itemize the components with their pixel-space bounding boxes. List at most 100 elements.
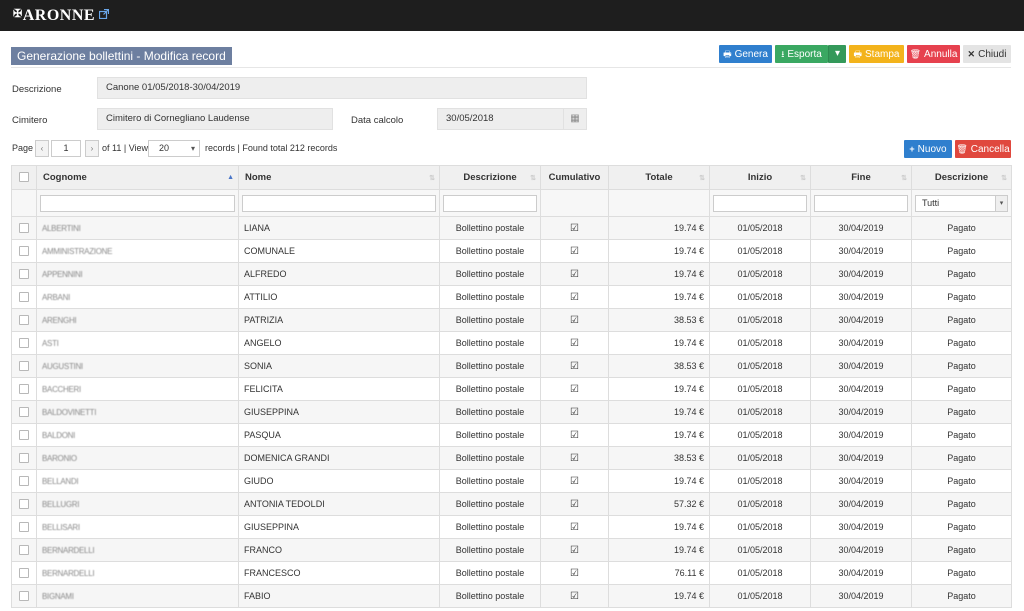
select-all-cell[interactable]: [11, 165, 37, 190]
table-row[interactable]: ARENGHI PATRIZIA Bollettino postale ☑ 38.53 …: [11, 308, 1012, 332]
cell-fine: 30/04/2019: [810, 216, 912, 240]
table-row[interactable]: BELLUGRI ANTONIA TEDOLDI Bollettino postal…: [11, 492, 1012, 516]
row-checkbox[interactable]: [19, 223, 29, 234]
print-icon: 🖶: [723, 49, 732, 59]
row-select-cell[interactable]: [11, 446, 37, 470]
filter-stato-select[interactable]: Tutti ▾: [915, 194, 1008, 212]
row-select-cell[interactable]: [11, 239, 37, 263]
table-row[interactable]: AUGUSTINI SONIA Bollettino postale ☑ 38.53 €…: [11, 354, 1012, 378]
table-row[interactable]: APPENNINI ALFREDO Bollettino postale ☑ 19.74…: [11, 262, 1012, 286]
checked-box-icon: ☑: [570, 383, 579, 395]
filter-fine-input[interactable]: [814, 194, 908, 212]
col-header-totale[interactable]: Totale ⇅: [608, 165, 710, 190]
col-header-cumulativo[interactable]: Cumulativo: [540, 165, 609, 190]
row-checkbox[interactable]: [19, 292, 29, 303]
row-select-cell[interactable]: [11, 423, 37, 447]
app-logo[interactable]: ✠ARONNE: [13, 7, 95, 25]
row-checkbox[interactable]: [19, 476, 29, 487]
cell-cognome: ARBANI: [36, 285, 239, 309]
pager-prev-button[interactable]: ‹: [35, 140, 49, 157]
row-select-cell[interactable]: [11, 331, 37, 355]
table-row[interactable]: ASTI ANGELO Bollettino postale ☑ 19.74 €01/0…: [11, 331, 1012, 355]
cell-totale: 38.53 €: [608, 446, 710, 470]
col-header-descrizione[interactable]: Descrizione ⇅: [439, 165, 541, 190]
sort-icon: ⇅: [530, 175, 536, 182]
cell-cognome: ASTI: [36, 331, 239, 355]
row-select-cell[interactable]: [11, 515, 37, 539]
table-row[interactable]: BARONIO DOMENICA GRANDI Bollettino postale…: [11, 446, 1012, 470]
row-checkbox[interactable]: [19, 545, 29, 556]
calendar-icon[interactable]: ▦: [564, 108, 587, 130]
row-checkbox[interactable]: [19, 361, 29, 372]
checked-box-icon: ☑: [570, 544, 579, 556]
genera-button[interactable]: 🖶 Genera: [719, 45, 772, 63]
row-select-cell[interactable]: [11, 354, 37, 378]
esporta-dropdown-toggle[interactable]: ▾: [828, 45, 846, 63]
filter-descrizione-input[interactable]: [443, 194, 537, 212]
col-header-cognome[interactable]: Cognome ▲: [36, 165, 239, 190]
table-row[interactable]: ARBANI ATTILIO Bollettino postale ☑ 19.74 €0…: [11, 285, 1012, 309]
col-header-inizio[interactable]: Inizio ⇅: [709, 165, 811, 190]
row-select-cell[interactable]: [11, 469, 37, 493]
row-select-cell[interactable]: [11, 285, 37, 309]
table-row[interactable]: BERNARDELLI FRANCESCO Bollettino postale ☑ 7…: [11, 561, 1012, 585]
annulla-button[interactable]: 🗑 Annulla: [907, 45, 960, 63]
row-checkbox[interactable]: [19, 591, 29, 602]
table-row[interactable]: BELLISARI GIUSEPPINA Bollettino postale ☑ 19…: [11, 515, 1012, 539]
row-checkbox[interactable]: [19, 246, 29, 257]
select-all-checkbox[interactable]: [19, 172, 29, 183]
cell-stato: Pagato: [911, 446, 1012, 470]
row-checkbox[interactable]: [19, 338, 29, 349]
row-select-cell[interactable]: [11, 377, 37, 401]
col-header-stato[interactable]: Descrizione ⇅: [911, 165, 1012, 190]
table-row[interactable]: ALBERTINI LIANA Bollettino postale ☑ 19.74 €…: [11, 216, 1012, 240]
row-checkbox[interactable]: [19, 384, 29, 395]
row-checkbox[interactable]: [19, 315, 29, 326]
data-calcolo-field[interactable]: 30/05/2018: [437, 108, 564, 130]
row-checkbox[interactable]: [19, 499, 29, 510]
row-select-cell[interactable]: [11, 584, 37, 608]
cancella-button[interactable]: 🗑 Cancella: [955, 140, 1011, 158]
row-select-cell[interactable]: [11, 216, 37, 240]
row-select-cell[interactable]: [11, 492, 37, 516]
row-checkbox[interactable]: [19, 407, 29, 418]
external-link-icon[interactable]: [99, 9, 109, 19]
table-row[interactable]: BALDONI PASQUA Bollettino postale ☑ 19.74 €0…: [11, 423, 1012, 447]
table-row[interactable]: BALDOVINETTI GIUSEPPINA Bollettino postale…: [11, 400, 1012, 424]
pager-size-select[interactable]: 20 ▾: [148, 140, 200, 157]
table-row[interactable]: BELLANDI GIUDO Bollettino postale ☑ 19.74 €0…: [11, 469, 1012, 493]
nuovo-button[interactable]: + Nuovo: [904, 140, 952, 158]
col-header-fine[interactable]: Fine ⇅: [810, 165, 912, 190]
filter-inizio-input[interactable]: [713, 194, 807, 212]
cell-totale: 19.74 €: [608, 469, 710, 493]
table-row[interactable]: BACCHERI FELICITA Bollettino postale ☑ 19.74…: [11, 377, 1012, 401]
row-checkbox[interactable]: [19, 568, 29, 579]
cell-inizio: 01/05/2018: [709, 354, 811, 378]
row-checkbox[interactable]: [19, 430, 29, 441]
row-checkbox[interactable]: [19, 453, 29, 464]
table-row[interactable]: BIGNAMI FABIO Bollettino postale ☑ 19.74 €01…: [11, 584, 1012, 608]
filter-nome-input[interactable]: [242, 194, 436, 212]
row-select-cell[interactable]: [11, 538, 37, 562]
col-header-nome[interactable]: Nome ⇅: [238, 165, 440, 190]
cimitero-field[interactable]: Cimitero di Cornegliano Laudense: [97, 108, 333, 130]
row-checkbox[interactable]: [19, 269, 29, 280]
table-row[interactable]: AMMINISTRAZIONE COMUNALE Bollettino postal…: [11, 239, 1012, 263]
row-select-cell[interactable]: [11, 308, 37, 332]
cell-stato: Pagato: [911, 377, 1012, 401]
table-row[interactable]: BERNARDELLI FRANCO Bollettino postale ☑ 19.7…: [11, 538, 1012, 562]
row-select-cell[interactable]: [11, 262, 37, 286]
row-checkbox[interactable]: [19, 522, 29, 533]
table-body: ALBERTINI LIANA Bollettino postale ☑ 19.74 €…: [11, 216, 1012, 608]
row-select-cell[interactable]: [11, 561, 37, 585]
descrizione-field[interactable]: Canone 01/05/2018-30/04/2019: [97, 77, 587, 99]
stampa-button[interactable]: 🖶 Stampa: [849, 45, 904, 63]
row-select-cell[interactable]: [11, 400, 37, 424]
pager-next-button[interactable]: ›: [85, 140, 99, 157]
cell-nome: PASQUA: [238, 423, 440, 447]
esporta-button[interactable]: ⭳ Esporta: [775, 45, 828, 63]
chiudi-button[interactable]: ✕ Chiudi: [963, 45, 1011, 63]
filter-cognome-input[interactable]: [40, 194, 235, 212]
pager-page-input[interactable]: 1: [51, 140, 81, 157]
cell-nome: FRANCESCO: [238, 561, 440, 585]
